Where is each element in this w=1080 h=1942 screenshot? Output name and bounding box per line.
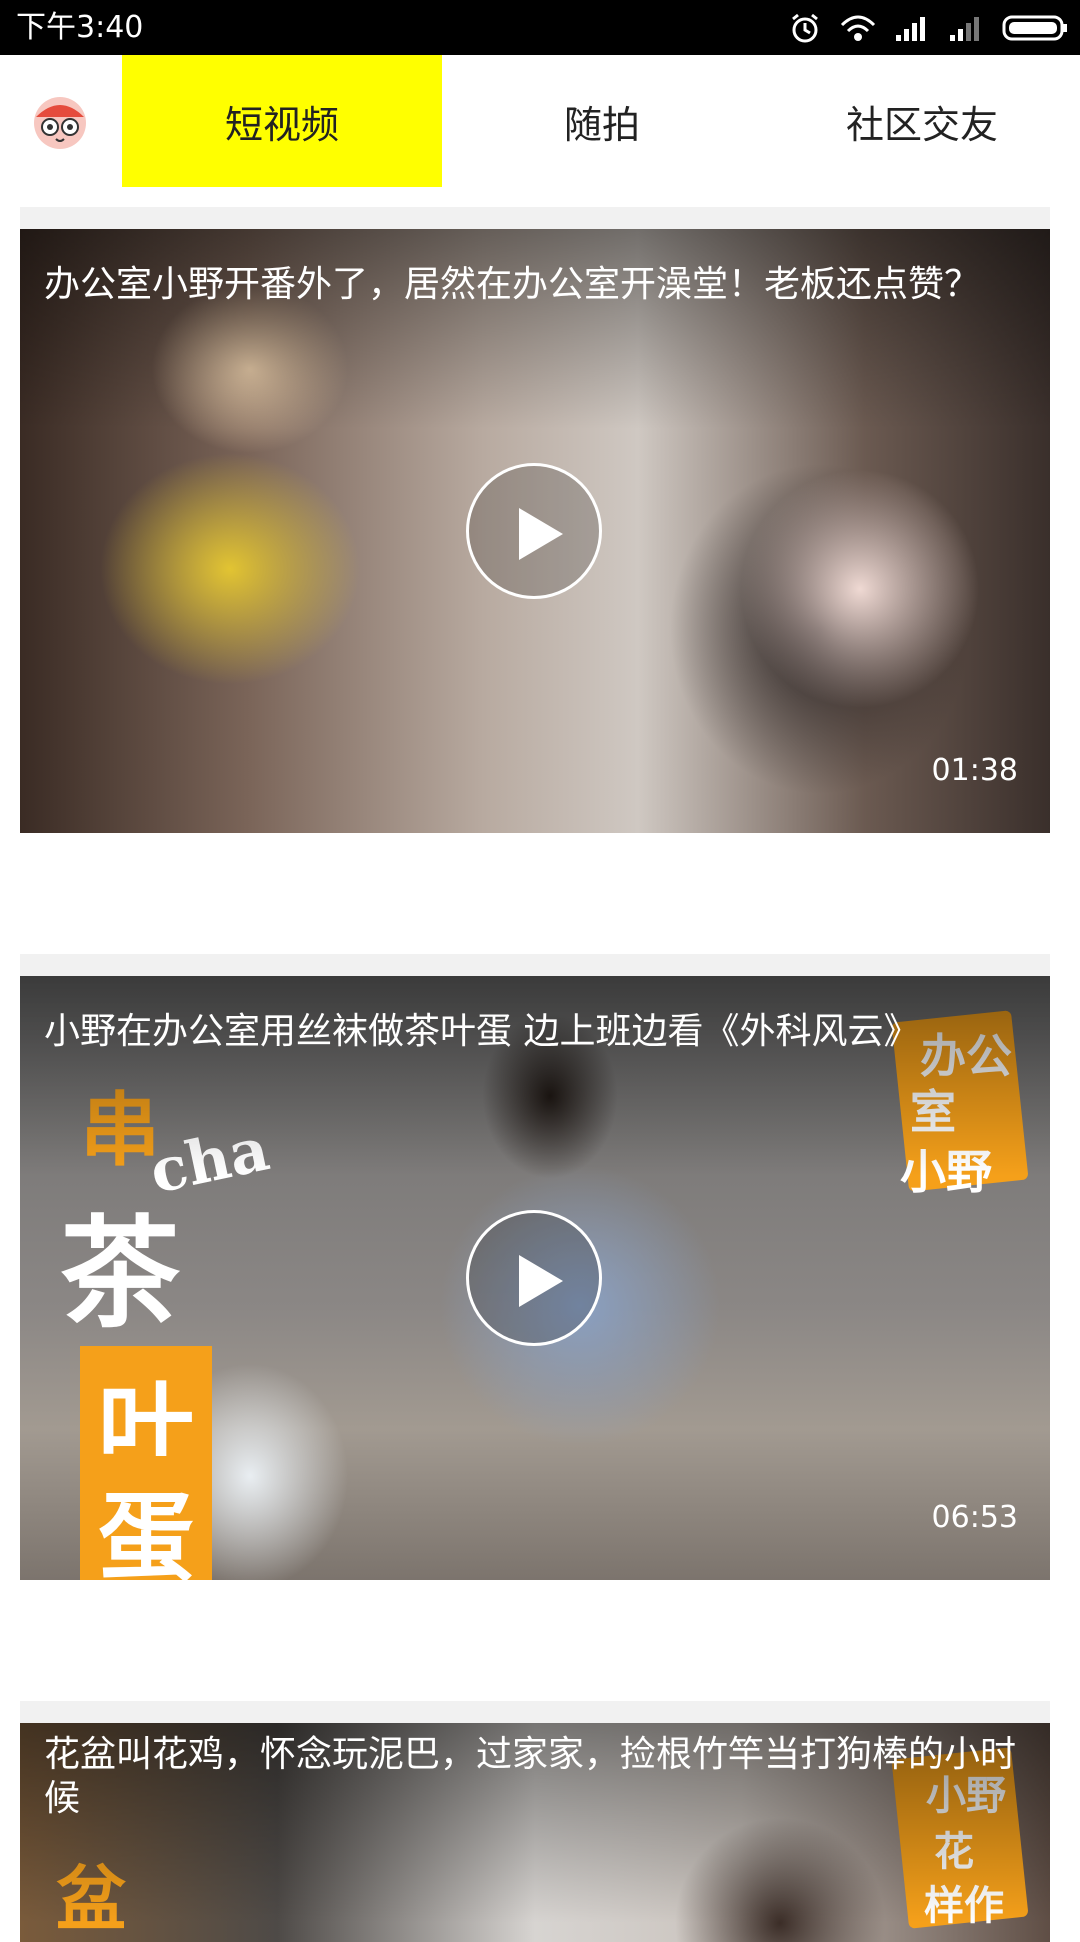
signal-icon — [894, 13, 932, 43]
video-duration: 01:38 — [931, 753, 1018, 788]
status-time: 下午3:40 — [16, 10, 144, 45]
overlay-text: 茶 — [60, 1203, 180, 1344]
thumbnail-shade — [20, 229, 1050, 429]
wifi-icon — [838, 11, 878, 45]
status-bar: 下午3:40 — [0, 0, 1080, 55]
play-button[interactable] — [466, 1210, 602, 1346]
thumbnail-shade — [20, 976, 1050, 1176]
video-thumbnail[interactable]: 盆 小野 花 样作 花盆叫花鸡，怀念玩泥巴，过家家，捡根竹竿当打狗棒的小时候 — [20, 1723, 1050, 1942]
tab-short-video[interactable]: 短视频 — [122, 55, 442, 187]
tab-snapshots[interactable]: 随拍 — [442, 55, 762, 187]
card-divider — [20, 1701, 1050, 1723]
video-duration: 06:53 — [931, 1500, 1018, 1535]
video-title[interactable]: 花盆叫花鸡，怀念玩泥巴，过家家，捡根竹竿当打狗棒的小时候 — [44, 1733, 1028, 1821]
video-thumbnail[interactable]: 串 cha 茶 叶 蛋 办公 室 小野 小野在办公室用丝袜做茶叶蛋 边上班边看《… — [20, 976, 1050, 1580]
video-title[interactable]: 办公室小野开番外了，居然在办公室开澡堂！老板还点赞？ — [44, 263, 1028, 307]
video-card: 办公室小野开番外了，居然在办公室开澡堂！老板还点赞？ 01:38 — [20, 207, 1050, 833]
alarm-icon — [788, 11, 822, 45]
overlay-text: 蛋 — [80, 1456, 212, 1580]
tab-community[interactable]: 社区交友 — [762, 55, 1080, 187]
video-card: 串 cha 茶 叶 蛋 办公 室 小野 小野在办公室用丝袜做茶叶蛋 边上班边看《… — [20, 954, 1050, 1580]
status-icons — [788, 8, 1070, 48]
video-thumbnail[interactable]: 办公室小野开番外了，居然在办公室开澡堂！老板还点赞？ 01:38 — [20, 229, 1050, 833]
play-button[interactable] — [466, 463, 602, 599]
card-divider — [20, 207, 1050, 229]
top-navigation: 短视频 随拍 社区交友 — [0, 55, 1080, 187]
card-divider — [20, 954, 1050, 976]
battery-icon — [1002, 13, 1070, 43]
video-card: 盆 小野 花 样作 花盆叫花鸡，怀念玩泥巴，过家家，捡根竹竿当打狗棒的小时候 — [20, 1701, 1050, 1942]
app-logo-icon[interactable] — [28, 89, 92, 153]
video-title[interactable]: 小野在办公室用丝袜做茶叶蛋 边上班边看《外科风云》 — [44, 1010, 1028, 1054]
signal-weak-icon — [948, 13, 986, 43]
